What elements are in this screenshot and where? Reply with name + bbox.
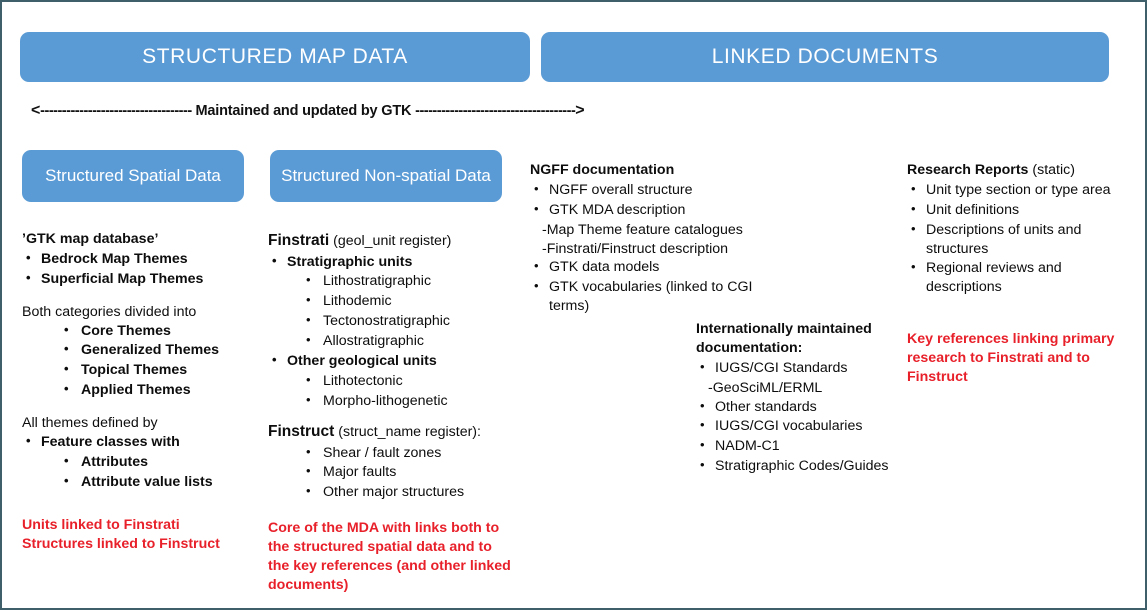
list-item: Lithotectonic	[304, 371, 523, 391]
list-item: Regional reviews and descriptions	[907, 258, 1117, 297]
arrow-dashes-left: -----------------------------------	[40, 103, 192, 119]
col3-title: NGFF documentation	[530, 162, 675, 178]
col4-list: Unit type section or type area Unit defi…	[907, 180, 1117, 297]
header-pill-right-label: LINKED DOCUMENTS	[711, 45, 939, 68]
col2-strat-items: Lithostratigraphic Lithodemic Tectonostr…	[304, 271, 523, 351]
header-pill-structured-map-data: STRUCTURED MAP DATA	[20, 32, 530, 82]
maintained-by-gtk-arrow: <----------------------------------- Mai…	[31, 102, 585, 120]
list-item: Lithostratigraphic	[304, 271, 523, 291]
list-item: IUGS/CGI Standards	[696, 358, 911, 378]
col3-dash-item-1: -Map Theme feature catalogues	[542, 221, 743, 238]
col3-ngff-block: NGFF documentation NGFF overall structur…	[530, 161, 780, 317]
col4-title-bold: Research Reports	[907, 162, 1029, 178]
col1-text-block: ’GTK map database’ Bedrock Map Themes Su…	[22, 230, 262, 493]
col3-intl-title-line1: Internationally maintained	[696, 321, 872, 337]
col1-red-note-line2: Structures linked to Finstruct	[22, 535, 220, 552]
diagram-canvas: STRUCTURED MAP DATA LINKED DOCUMENTS <--…	[0, 0, 1147, 610]
col3-ngff-list-b: GTK data models GTK vocabularies (linked…	[530, 257, 780, 316]
col2-finstrati-title: Finstrati (geol_unit register)	[268, 231, 523, 252]
list-item: Other major structures	[304, 482, 528, 502]
col2-finstrati-title-norm: (geol_unit register)	[333, 233, 452, 249]
col2-finstrati-block: Finstrati (geol_unit register) Stratigra…	[268, 231, 523, 412]
col1-subtheme-list: Core Themes Generalized Themes Topical T…	[62, 321, 262, 401]
col2-other-group-list: Other geological units	[268, 351, 523, 371]
list-item: Unit definitions	[907, 200, 1117, 220]
list-item: Feature classes with	[22, 432, 262, 452]
arrow-right-cap: >	[575, 102, 585, 119]
col1-defined-sublist: Attributes Attribute value lists	[62, 452, 262, 492]
sub-pill-structured-spatial-data: Structured Spatial Data	[22, 150, 244, 202]
col1-theme-list: Bedrock Map Themes Superficial Map Theme…	[22, 249, 262, 289]
col3-international-block: Internationally maintained documentation…	[696, 320, 911, 477]
col1-red-note-line1: Units linked to Finstrati	[22, 517, 180, 533]
list-item: Topical Themes	[62, 360, 262, 380]
col3-dash-item-2: -Finstrati/Finstruct description	[542, 240, 729, 257]
col3-intl-list-b: Other standards IUGS/CGI vocabularies NA…	[696, 397, 911, 477]
list-item: GTK MDA description	[530, 200, 780, 220]
arrow-label: Maintained and updated by GTK	[195, 103, 412, 119]
col4-research-reports-block: Research Reports (static) Unit type sect…	[907, 161, 1117, 298]
col2-finstrati-title-bold: Finstrati	[268, 232, 330, 249]
col2-finstruct-block: Finstruct (struct_name register): Shear …	[268, 422, 528, 503]
list-item: Stratigraphic units	[268, 252, 523, 272]
list-item: Major faults	[304, 462, 528, 482]
col4-red-note: Key references linking primary research …	[907, 331, 1115, 385]
col1-title: ’GTK map database’	[22, 231, 159, 247]
col2-strat-group-list: Stratigraphic units	[268, 252, 523, 272]
list-item: GTK data models	[530, 257, 780, 277]
col2-finstruct-items: Shear / fault zones Major faults Other m…	[304, 443, 528, 503]
list-item: Lithodemic	[304, 291, 523, 311]
list-item: Unit type section or type area	[907, 180, 1117, 200]
list-item: Descriptions of units and structures	[907, 220, 1117, 259]
list-item: Tectonostratigraphic	[304, 311, 523, 331]
list-item: Attribute value lists	[62, 472, 262, 492]
col1-defined-list: Feature classes with	[22, 432, 262, 452]
col1-red-note: Units linked to Finstrati Structures lin…	[22, 516, 272, 554]
list-item: Other geological units	[268, 351, 523, 371]
col2-finstruct-title-norm: (struct_name register):	[338, 424, 481, 440]
list-item: NGFF overall structure	[530, 180, 780, 200]
list-item: Generalized Themes	[62, 340, 262, 360]
col2-finstruct-title-bold: Finstruct	[268, 423, 335, 440]
col2-finstruct-title: Finstruct (struct_name register):	[268, 422, 528, 443]
col3-intl-list-a: IUGS/CGI Standards	[696, 358, 911, 378]
col3-intl-dash-item: -GeoSciML/ERML	[708, 379, 823, 396]
list-item: Attributes	[62, 452, 262, 472]
col2-red-note: Core of the MDA with links both to the s…	[268, 520, 511, 593]
col2-other-items: Lithotectonic Morpho-lithogenetic	[304, 371, 523, 411]
list-item: Allostratigraphic	[304, 331, 523, 351]
col4-title-norm: (static)	[1032, 162, 1075, 178]
list-item: Stratigraphic Codes/Guides	[696, 456, 911, 476]
list-item: Morpho-lithogenetic	[304, 391, 523, 411]
col1-defined-intro: All themes defined by	[22, 415, 158, 431]
list-item: Shear / fault zones	[304, 443, 528, 463]
list-item: Core Themes	[62, 321, 262, 341]
arrow-left-cap: <	[31, 102, 41, 119]
header-pill-linked-documents: LINKED DOCUMENTS	[541, 32, 1109, 82]
col1-sub-intro: Both categories divided into	[22, 303, 197, 320]
arrow-dashes-right: -------------------------------------	[415, 103, 576, 119]
list-item: Applied Themes	[62, 380, 262, 400]
col4-title: Research Reports (static)	[907, 161, 1117, 180]
col3-intl-title-line2: documentation:	[696, 339, 803, 356]
sub-pill-col2-label: Structured Non-spatial Data	[281, 166, 491, 185]
list-item: GTK vocabularies (linked to CGI terms)	[530, 277, 780, 316]
list-item: NADM-C1	[696, 436, 911, 456]
sub-pill-structured-nonspatial-data: Structured Non-spatial Data	[270, 150, 502, 202]
sub-pill-col1-label: Structured Spatial Data	[45, 166, 221, 185]
list-item: Bedrock Map Themes	[22, 249, 262, 269]
list-item: Superficial Map Themes	[22, 269, 262, 289]
list-item: Other standards	[696, 397, 911, 417]
col3-ngff-list-a: NGFF overall structure GTK MDA descripti…	[530, 180, 780, 220]
header-pill-left-label: STRUCTURED MAP DATA	[142, 45, 408, 68]
list-item: IUGS/CGI vocabularies	[696, 416, 911, 436]
